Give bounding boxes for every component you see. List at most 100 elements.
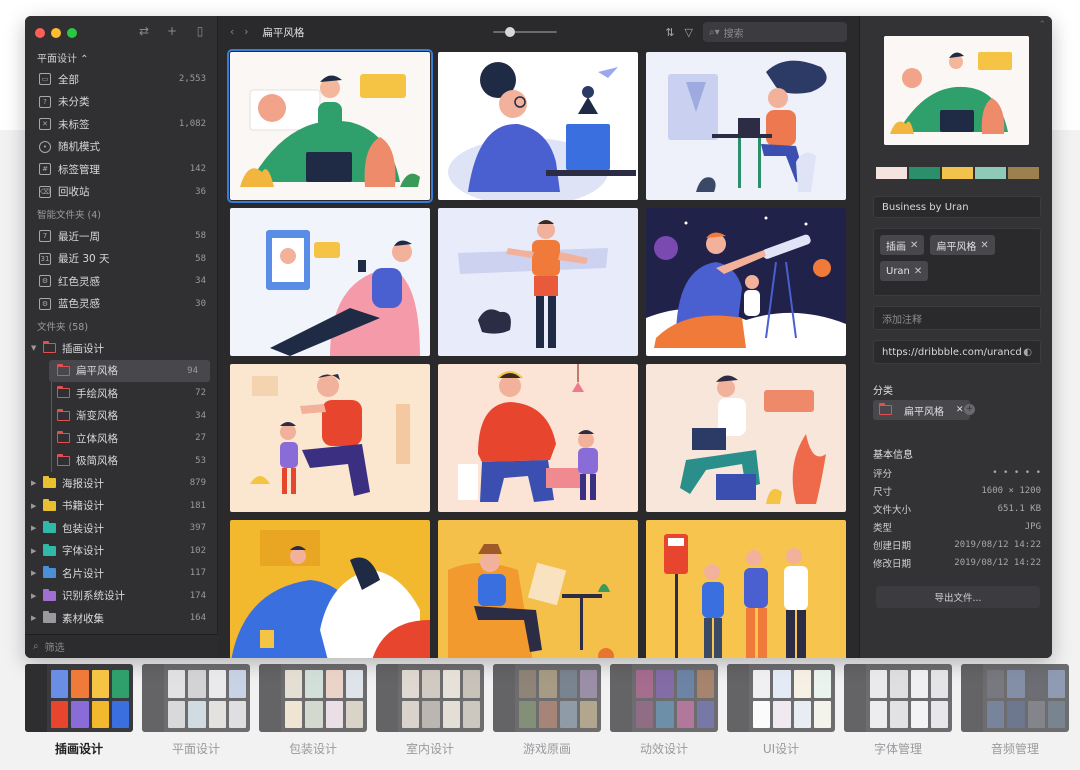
folder-item[interactable]: ▶ 识别系统设计 174 <box>25 585 218 608</box>
color-swatch[interactable] <box>876 167 907 179</box>
folder-item[interactable]: ▶ 书籍设计 181 <box>25 495 218 518</box>
color-swatch[interactable] <box>1008 167 1039 179</box>
chevron-right-icon[interactable]: ▶ <box>31 547 39 555</box>
color-swatch[interactable] <box>975 167 1006 179</box>
color-swatch[interactable] <box>909 167 940 179</box>
search-input[interactable]: ⌕▾ 搜索 <box>703 22 847 42</box>
workspace-label[interactable]: 音频管理 <box>961 740 1069 757</box>
workspace-thumbnail[interactable] <box>25 664 133 732</box>
workspace-thumbnail[interactable] <box>610 664 718 732</box>
workspace-label[interactable]: 字体管理 <box>844 740 952 757</box>
sidebar-item-trash[interactable]: ⌫ 回收站 36 <box>25 181 218 204</box>
sort-icon[interactable]: ⇅ <box>665 26 674 39</box>
filter-icon[interactable]: ▽ <box>685 26 693 39</box>
chevron-right-icon[interactable]: ▶ <box>31 569 39 577</box>
remove-tag-icon[interactable]: ✕ <box>914 266 922 277</box>
image-thumbnail[interactable] <box>230 364 430 512</box>
workspace-label[interactable]: 游戏原画 <box>493 740 601 757</box>
image-thumbnail[interactable] <box>438 520 638 658</box>
add-icon[interactable]: + <box>165 24 179 38</box>
image-thumbnail[interactable] <box>438 364 638 512</box>
sidebar-item-untagged[interactable]: ✕ 未标签 1,082 <box>25 113 218 136</box>
url-field[interactable]: https://dribbble.com/urancd ◐ <box>873 340 1041 364</box>
folder-item[interactable]: ▶ 名片设计 117 <box>25 562 218 585</box>
sidebar-item-blue-inspiration[interactable]: ⚙ 蓝色灵感 30 <box>25 293 218 316</box>
chevron-right-icon[interactable]: ▶ <box>31 524 39 532</box>
tag-chip[interactable]: Uran ✕ <box>880 261 929 281</box>
workspace-thumbnail[interactable] <box>493 664 601 732</box>
swap-icon[interactable]: ⇄ <box>137 24 151 38</box>
workspace-thumbnail[interactable] <box>259 664 367 732</box>
thumbnail-size-slider[interactable] <box>493 27 557 37</box>
sidebar-toggle-icon[interactable]: ▯ <box>193 24 207 38</box>
folder-item[interactable]: ▶ 字体设计 102 <box>25 540 218 563</box>
subfolder-hand-drawn[interactable]: 手绘风格 72 <box>25 382 218 405</box>
chevron-right-icon[interactable]: ▶ <box>31 502 39 510</box>
sidebar-item-uncategorized[interactable]: ? 未分类 <box>25 91 218 114</box>
workspace-label[interactable]: 包装设计 <box>259 740 367 757</box>
remove-tag-icon[interactable]: ✕ <box>910 240 918 251</box>
sidebar-item-last-week[interactable]: 7 最近一周 58 <box>25 225 218 248</box>
workspace-thumbnail[interactable] <box>961 664 1069 732</box>
folder-illustration[interactable]: ▼ 插画设计 <box>25 337 218 360</box>
link-icon[interactable]: ◐ <box>1023 347 1032 358</box>
tag-list[interactable]: 插画 ✕ 扁平风格 ✕ Uran ✕ <box>873 228 1041 296</box>
title-field[interactable]: Business by Uran <box>873 196 1041 218</box>
tag-chip[interactable]: 扁平风格 ✕ <box>930 235 995 255</box>
rating-stars[interactable]: • • • • • <box>992 468 1041 478</box>
sidebar-item-random[interactable]: • 随机模式 <box>25 136 218 159</box>
panel-handle-icon[interactable]: ⌃ <box>1038 20 1046 30</box>
chevron-right-icon[interactable]: ▶ <box>31 592 39 600</box>
minimize-window-button[interactable] <box>51 28 61 38</box>
add-category-icon[interactable]: + <box>964 404 975 415</box>
slider-knob[interactable] <box>505 27 515 37</box>
workspace-thumbnail[interactable] <box>142 664 250 732</box>
workspace-label[interactable]: 动效设计 <box>610 740 718 757</box>
workspace-label[interactable]: 平面设计 <box>142 740 250 757</box>
image-thumbnail[interactable] <box>230 208 430 356</box>
smart-folder-section[interactable]: 智能文件夹 (4) <box>25 203 218 225</box>
workspace-label[interactable]: 室内设计 <box>376 740 484 757</box>
sidebar-item-red-inspiration[interactable]: ⚙ 红色灵感 34 <box>25 270 218 293</box>
chevron-right-icon[interactable]: ▶ <box>31 614 39 622</box>
forward-icon[interactable]: › <box>244 26 248 38</box>
image-thumbnail[interactable] <box>646 208 846 356</box>
subfolder-minimal[interactable]: 极简风格 53 <box>25 449 218 472</box>
filter-input[interactable]: 筛选 <box>45 639 65 654</box>
workspace-thumbnail[interactable] <box>376 664 484 732</box>
folder-item[interactable]: ▶ 包装设计 397 <box>25 517 218 540</box>
tag-chip[interactable]: 插画 ✕ <box>880 235 925 255</box>
remove-tag-icon[interactable]: ✕ <box>980 240 988 251</box>
image-thumbnail[interactable] <box>438 208 638 356</box>
folder-item[interactable]: ▶ 素材收集 164 <box>25 607 218 630</box>
library-switcher[interactable]: 平面设计 ⌃ <box>37 50 89 65</box>
filter-bar[interactable]: ⌕ 筛选 <box>25 634 218 658</box>
image-thumbnail[interactable] <box>646 364 846 512</box>
color-swatch[interactable] <box>942 167 973 179</box>
subfolder-gradient[interactable]: 渐变风格 34 <box>25 404 218 427</box>
close-window-button[interactable] <box>35 28 45 38</box>
chevron-right-icon[interactable]: ▶ <box>31 479 39 487</box>
image-thumbnail[interactable] <box>646 52 846 200</box>
sidebar-item-all[interactable]: ▭ 全部 2,553 <box>25 68 218 91</box>
workspace-label[interactable]: 插画设计 <box>25 740 133 757</box>
image-thumbnail[interactable] <box>227 49 433 203</box>
export-button[interactable]: 导出文件... <box>876 586 1040 608</box>
subfolder-flat-style[interactable]: 扁平风格 94 <box>49 359 210 382</box>
back-icon[interactable]: ‹ <box>230 26 234 38</box>
remove-category-icon[interactable]: ✕ <box>956 405 964 415</box>
image-thumbnail[interactable] <box>230 520 430 658</box>
workspace-thumbnail[interactable] <box>727 664 835 732</box>
image-thumbnail[interactable] <box>646 520 846 658</box>
chevron-down-icon[interactable]: ▼ <box>31 344 39 352</box>
subfolder-3d[interactable]: 立体风格 27 <box>25 427 218 450</box>
folder-item[interactable]: ▶ 海报设计 879 <box>25 472 218 495</box>
workspace-thumbnail[interactable] <box>844 664 952 732</box>
note-field[interactable]: 添加注释 <box>873 306 1041 330</box>
folder-section[interactable]: 文件夹 (58) <box>25 315 218 337</box>
sidebar-item-tag-manage[interactable]: # 标签管理 142 <box>25 158 218 181</box>
image-thumbnail[interactable] <box>438 52 638 200</box>
preview-image[interactable] <box>884 36 1029 145</box>
category-chip[interactable]: 扁平风格 ✕ <box>873 400 970 420</box>
zoom-window-button[interactable] <box>67 28 77 38</box>
